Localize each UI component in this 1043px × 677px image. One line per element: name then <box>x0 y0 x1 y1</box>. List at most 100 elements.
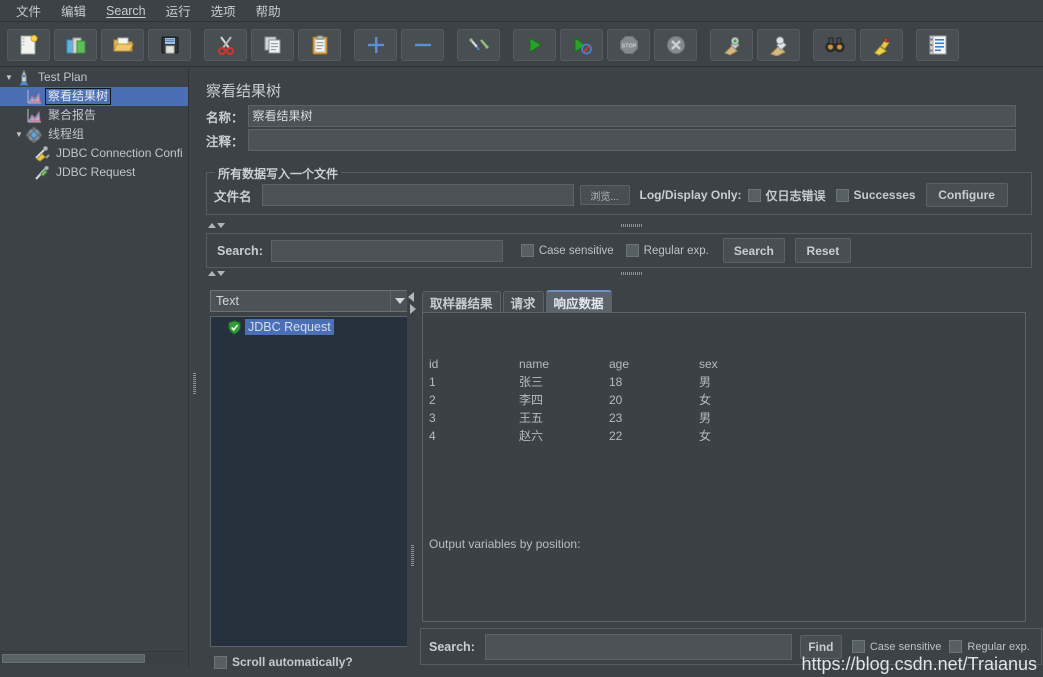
case-sensitive-checkbox[interactable] <box>520 244 534 257</box>
arrow-down-icon[interactable] <box>217 223 225 228</box>
comment-input[interactable] <box>247 129 1016 151</box>
successes-checkbox-row[interactable]: Successes <box>835 188 916 202</box>
splitter-grip[interactable] <box>193 373 196 395</box>
regex-checkbox[interactable] <box>625 244 639 257</box>
table-row: 3 王五 23 男 <box>429 409 718 427</box>
toolbar-copy-button[interactable] <box>251 28 294 61</box>
errors-only-checkbox-row[interactable]: 仅日志错误 <box>747 187 826 204</box>
toolbar-shutdown-button[interactable] <box>654 28 697 61</box>
case-sensitive-label: Case sensitive <box>869 640 942 653</box>
splitter-grip-horizontal[interactable] <box>621 224 643 227</box>
scroll-automatically-checkbox[interactable] <box>214 655 227 669</box>
tree-item-aggregate-report[interactable]: 聚合报告 <box>0 106 188 125</box>
new-document-icon <box>20 34 37 54</box>
results-tree-list[interactable]: JDBC Request <box>210 316 410 647</box>
filename-input[interactable] <box>261 184 574 206</box>
response-data-panel[interactable]: id name age sex 1 张三 18 男 2 李四 20 女 3 王五… <box>422 312 1026 622</box>
search-input[interactable] <box>270 239 503 262</box>
open-folder-icon <box>112 37 134 51</box>
results-splitter[interactable] <box>407 290 420 677</box>
toolbar-collapse-button[interactable] <box>401 28 444 61</box>
chevron-down-icon[interactable]: ▼ <box>2 68 16 87</box>
name-row: 名称： 察看结果树 <box>206 105 1032 127</box>
tree-item-jdbc-request[interactable]: JDBC Request <box>0 163 188 182</box>
configure-button[interactable]: Configure <box>925 183 1008 207</box>
search-button[interactable]: Search <box>722 238 785 263</box>
toolbar-clear-all-button[interactable] <box>757 28 800 61</box>
toggle-icon <box>468 37 489 50</box>
search-collapse-strip-top[interactable] <box>208 220 1028 231</box>
toolbar-start-button[interactable] <box>513 28 556 61</box>
splitter-grip-horizontal[interactable] <box>621 272 643 275</box>
tab-sampler-result[interactable]: 取样器结果 <box>422 291 501 312</box>
toolbar-cut-button[interactable] <box>204 28 247 61</box>
collapse-left-arrow-icon[interactable] <box>408 292 414 302</box>
response-case-sensitive-row[interactable]: Case sensitive <box>851 640 942 653</box>
tree-item-thread-group[interactable]: ▼ 线程组 <box>0 125 188 144</box>
menu-edit[interactable]: 编辑 <box>51 0 96 22</box>
tab-response-data[interactable]: 响应数据 <box>545 290 612 312</box>
response-table: id name age sex 1 张三 18 男 2 李四 20 女 3 王五… <box>429 355 718 445</box>
scroll-automatically-row[interactable]: Scroll automatically? <box>214 655 353 669</box>
toolbar-templates-button[interactable] <box>54 28 97 61</box>
response-search-label: Search: <box>429 639 475 654</box>
test-plan-tree[interactable]: ▼ Test Plan 察看结果树 聚合报告 ▼ 线程组 JDBC Connec… <box>0 68 189 668</box>
tree-item-test-plan[interactable]: ▼ Test Plan <box>0 68 188 87</box>
successes-checkbox[interactable] <box>835 188 849 202</box>
response-regex-row[interactable]: Regular exp. <box>949 640 1030 653</box>
toolbar-toggle-button[interactable] <box>457 28 500 61</box>
reset-button[interactable]: Reset <box>794 238 851 263</box>
splitter-grip[interactable] <box>411 545 414 567</box>
toolbar-search-button[interactable] <box>813 28 856 61</box>
toolbar-open-button[interactable] <box>101 28 144 61</box>
tree-item-view-results-tree[interactable]: 察看结果树 <box>0 87 188 106</box>
save-floppy-icon <box>161 36 178 53</box>
cell-name: 赵六 <box>519 429 544 443</box>
toolbar-new-button[interactable] <box>7 28 50 61</box>
scrollbar-thumb[interactable] <box>2 654 145 663</box>
copy-pages-icon <box>264 36 280 53</box>
toolbar-expand-button[interactable] <box>354 28 397 61</box>
collapse-right-arrow-icon[interactable] <box>410 304 416 314</box>
function-helper-icon <box>929 35 946 54</box>
list-item[interactable]: JDBC Request <box>211 317 409 337</box>
toolbar-start-no-timers-button[interactable] <box>560 28 603 61</box>
search-regex-row[interactable]: Regular exp. <box>625 244 709 257</box>
menu-file[interactable]: 文件 <box>6 0 51 22</box>
output-variables-text: Output variables by position: <box>429 537 581 551</box>
main-splitter[interactable] <box>189 68 200 677</box>
cell-id: 4 <box>429 429 436 443</box>
response-search-input[interactable] <box>484 633 792 660</box>
toolbar-paste-button[interactable] <box>298 28 341 61</box>
tree-label: 聚合报告 <box>48 108 97 122</box>
arrow-up-icon[interactable] <box>208 271 216 276</box>
toolbar-stop-button[interactable]: STOP <box>607 28 650 61</box>
chevron-down-icon[interactable]: ▼ <box>12 125 26 144</box>
browse-button[interactable]: 浏览... <box>579 185 630 205</box>
filename-label: 文件名 <box>214 189 252 204</box>
reset-search-broom-icon <box>873 36 889 56</box>
search-case-sensitive-row[interactable]: Case sensitive <box>520 244 614 257</box>
toolbar-function-helper-button[interactable] <box>916 28 959 61</box>
arrow-down-icon[interactable] <box>217 271 225 276</box>
menu-search[interactable]: Search <box>96 2 156 20</box>
errors-only-checkbox[interactable] <box>747 188 761 202</box>
search-collapse-strip-bottom[interactable] <box>208 268 1028 279</box>
toolbar-clear-button[interactable] <box>710 28 753 61</box>
cell-name: 李四 <box>519 393 544 407</box>
cell-name: 王五 <box>519 411 544 425</box>
arrow-up-icon[interactable] <box>208 223 216 228</box>
menu-options[interactable]: 选项 <box>201 0 246 22</box>
toolbar-save-button[interactable] <box>148 28 191 61</box>
menu-help[interactable]: 帮助 <box>246 0 291 22</box>
name-input[interactable]: 察看结果树 <box>247 105 1016 127</box>
render-type-combo[interactable]: Text <box>210 290 410 312</box>
toolbar-reset-search-button[interactable] <box>860 28 903 61</box>
tab-request[interactable]: 请求 <box>502 291 544 312</box>
regex-checkbox[interactable] <box>949 640 963 653</box>
case-sensitive-checkbox[interactable] <box>851 640 865 653</box>
tree-item-jdbc-connection-config[interactable]: JDBC Connection Confi <box>0 144 188 163</box>
menu-run[interactable]: 运行 <box>156 0 201 22</box>
shutdown-icon <box>666 35 685 54</box>
tree-horizontal-scrollbar[interactable] <box>0 651 186 664</box>
